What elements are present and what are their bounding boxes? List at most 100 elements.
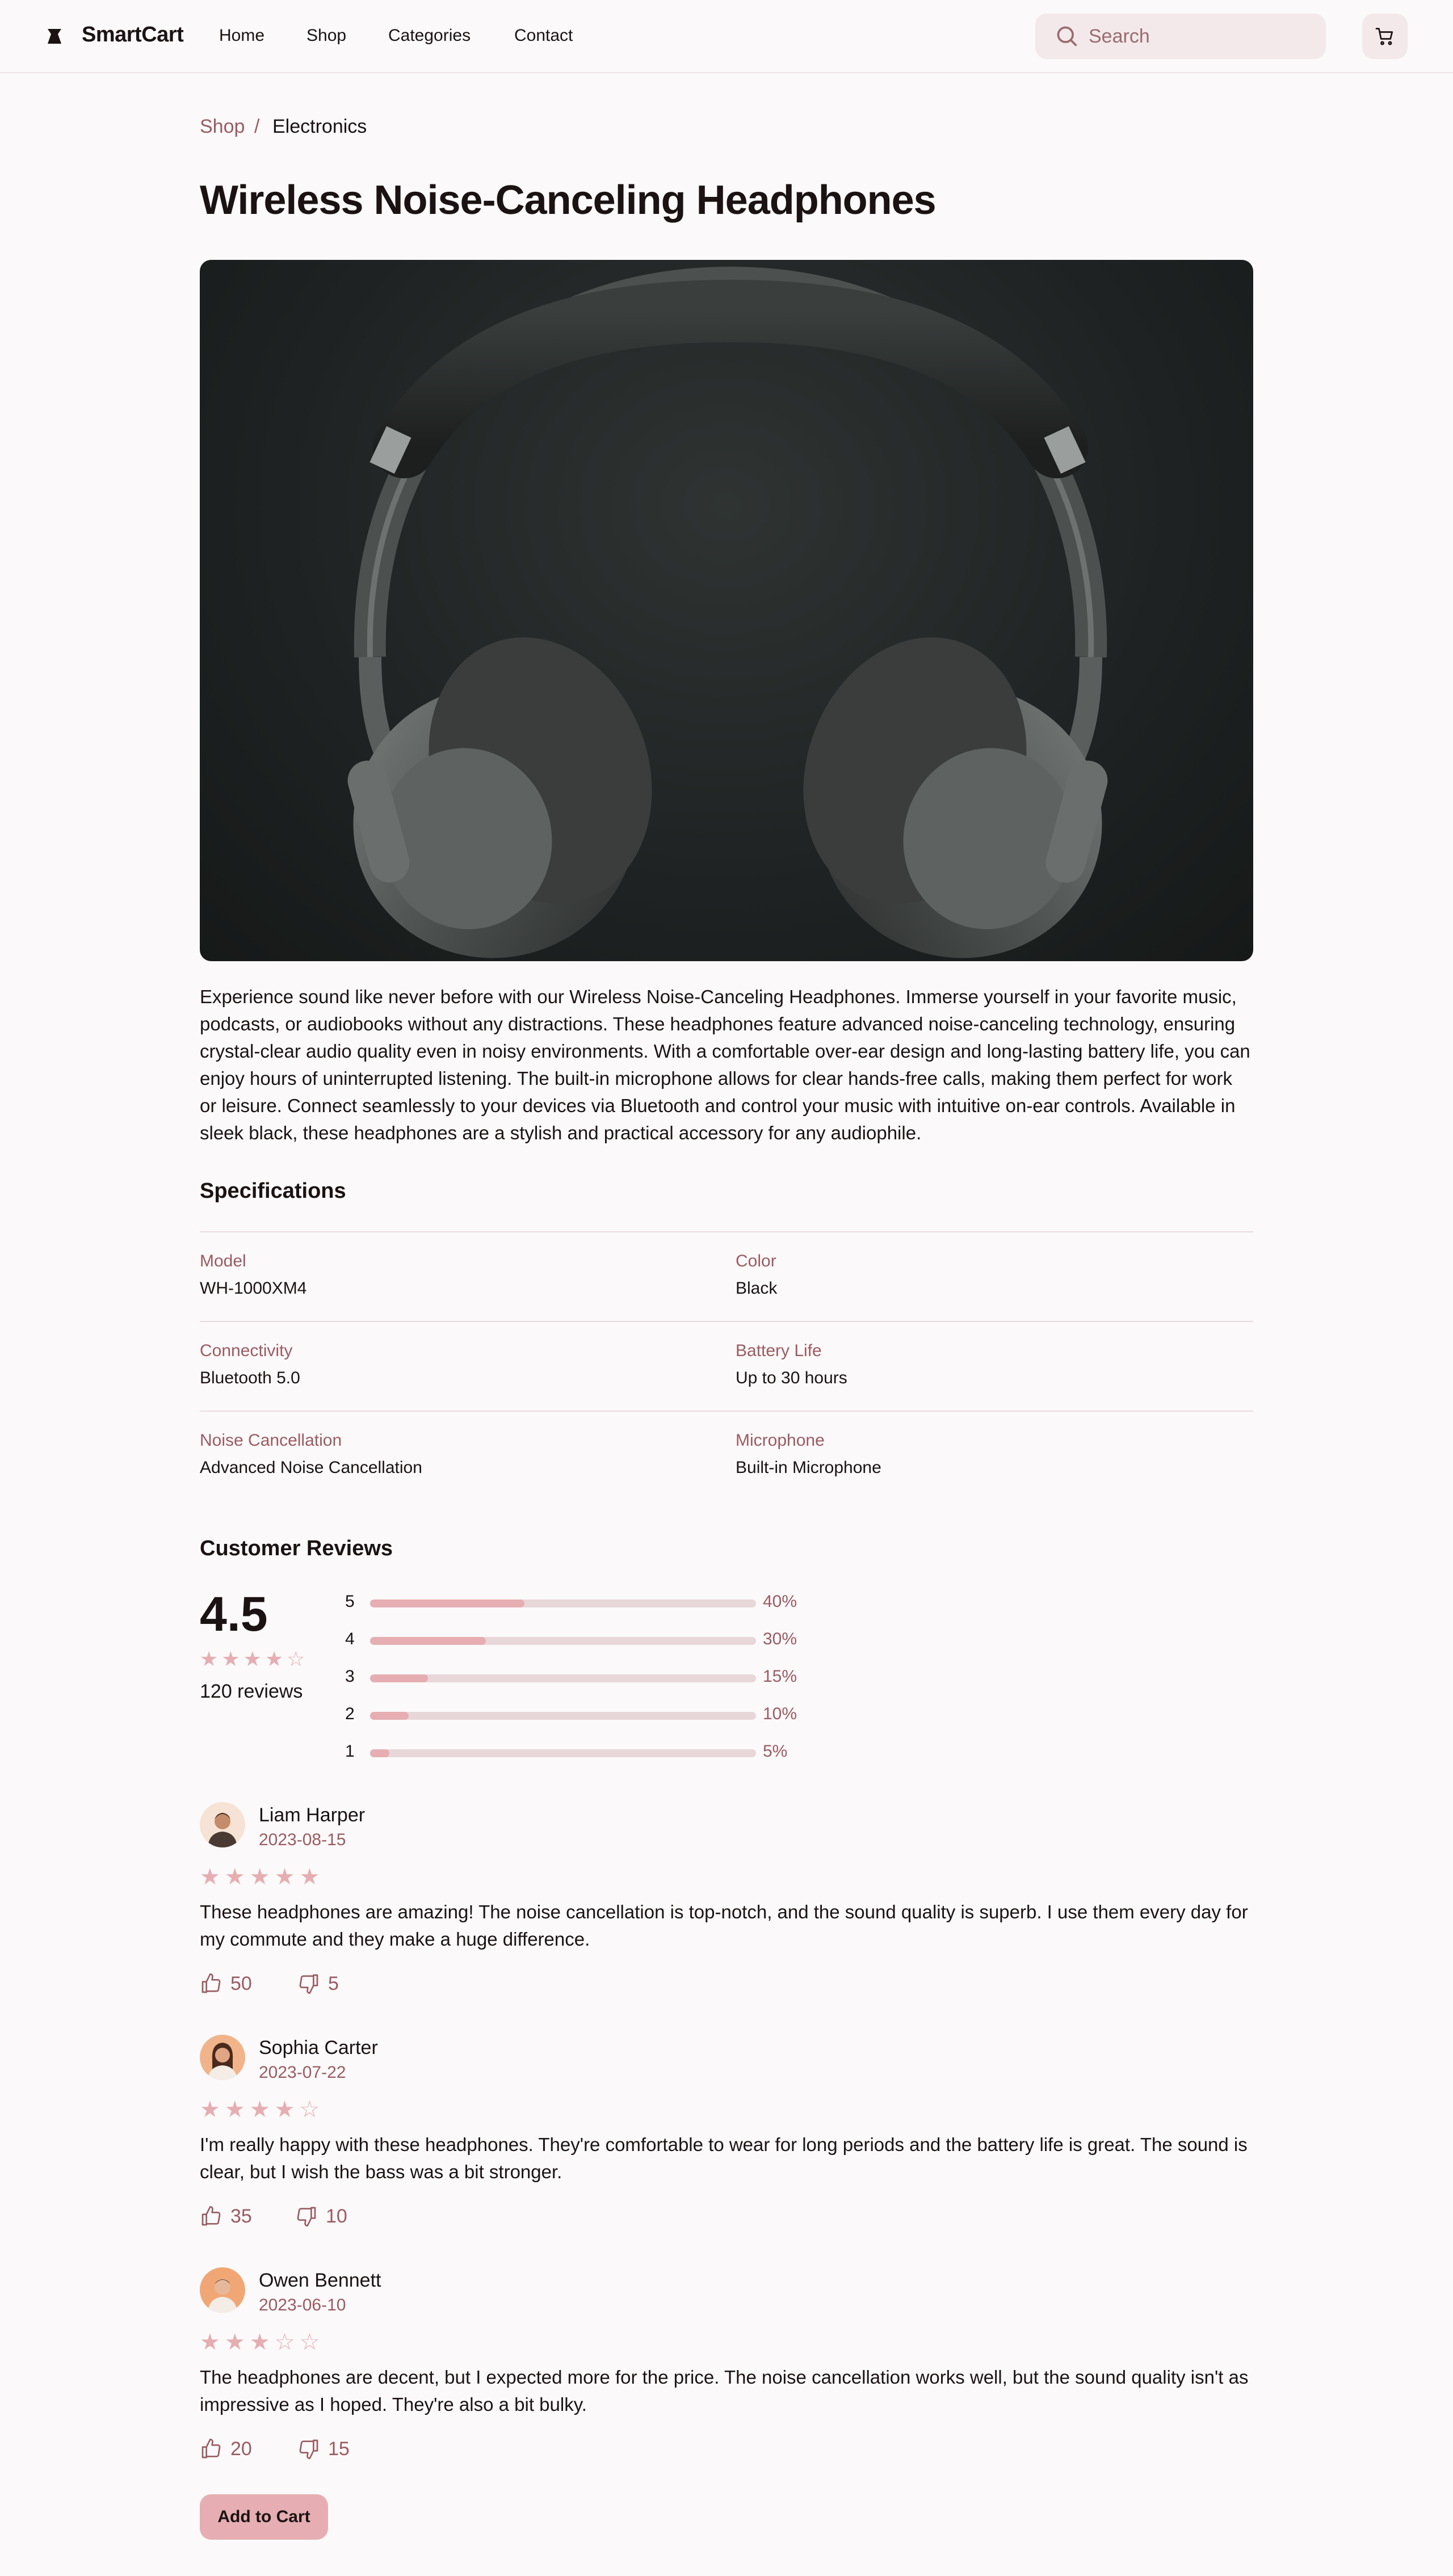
search-box[interactable] [1035,14,1326,59]
review-stars: ★ ★ ★ ☆ ☆ [200,2331,320,2354]
star-filled-icon: ★ [249,1864,270,1889]
spec-value: Black [736,1279,778,1298]
cart-icon [1375,28,1393,45]
cart-button[interactable] [1362,14,1408,59]
like-button[interactable]: 50 [200,1972,252,1995]
spec-label: Connectivity [200,1341,293,1360]
rating-bar-row: 2 10% [345,1703,816,1726]
product-description: Experience sound like never before with … [200,986,1250,1143]
search-input[interactable] [1089,14,1310,59]
like-button[interactable]: 20 [200,2438,252,2460]
rating-bar-label: 2 [345,1704,355,1723]
spec-row: Noise Cancellation Advanced Noise Cancel… [200,1411,1253,1500]
breadcrumb-separator: / [254,116,260,137]
nav-contact[interactable]: Contact [514,26,573,45]
rating-bar-percent: 40% [763,1592,797,1611]
breadcrumb-shop-link[interactable]: Shop [200,116,245,138]
star-filled-icon: ★ [224,1864,245,1889]
star-empty-icon: ☆ [299,2330,320,2355]
star-filled-icon: ★ [200,1647,219,1670]
star-filled-icon: ★ [200,1864,220,1889]
add-to-cart-button[interactable]: Add to Cart [200,2494,328,2540]
review-date: 2023-08-15 [259,1830,346,1849]
rating-bar-label: 4 [345,1630,355,1648]
rating-bar-label: 3 [345,1667,355,1686]
star-filled-icon: ★ [264,1647,284,1670]
dislike-button[interactable]: 5 [297,1972,339,1995]
review-stars: ★ ★ ★ ★ ★ [200,1866,320,1888]
star-filled-icon: ★ [224,2097,245,2122]
thumbs-down-icon [297,2207,316,2226]
rating-bar-fill [370,1674,428,1682]
star-filled-icon: ★ [224,2330,245,2355]
spec-label: Model [200,1252,246,1270]
nav-shop[interactable]: Shop [306,26,346,45]
rating-bar-track [370,1637,756,1645]
rating-bar-fill [370,1749,389,1757]
spec-value: Up to 30 hours [736,1369,847,1387]
avatar [200,2035,245,2080]
rating-bar-fill [370,1637,486,1645]
product-image [200,260,1253,961]
rating-bar-percent: 15% [763,1667,797,1686]
thumbs-down-icon [299,2439,318,2459]
rating-bar-fill [370,1600,524,1607]
review-count: 120 reviews [200,1681,303,1702]
nav-categories[interactable]: Categories [388,26,471,45]
brand-name[interactable]: SmartCart [82,23,184,47]
spec-value: WH-1000XM4 [200,1279,307,1298]
spec-label: Color [736,1252,776,1270]
reviewer-name: Liam Harper [259,1804,366,1826]
spec-label: Noise Cancellation [200,1431,342,1450]
star-filled-icon: ★ [243,1647,262,1670]
star-filled-icon: ★ [274,2097,295,2122]
rating-bar-row: 1 5% [345,1741,816,1763]
rating-bar-percent: 10% [763,1704,797,1723]
dislike-count: 15 [328,2438,350,2460]
reviewer-name: Sophia Carter [259,2037,378,2059]
nav-home[interactable]: Home [219,26,264,45]
rating-bar-percent: 5% [763,1742,788,1761]
dislike-count: 10 [326,2205,347,2227]
like-count: 50 [230,1972,252,1994]
rating-bar-track [370,1712,756,1720]
dislike-button[interactable]: 10 [295,2205,347,2228]
dislike-button[interactable]: 15 [297,2438,350,2460]
thumbs-up-icon [201,2206,221,2226]
review-date: 2023-06-10 [259,2296,346,2314]
spec-value: Bluetooth 5.0 [200,1369,300,1387]
average-stars: ★ ★ ★ ★ ☆ [200,1649,305,1669]
star-filled-icon: ★ [200,2330,220,2355]
search-icon [1057,26,1077,47]
rating-bar-track [370,1600,756,1607]
specifications-heading: Specifications [200,1179,346,1203]
reviewer-name: Owen Bennett [259,2270,381,2291]
rating-bar-label: 5 [345,1592,355,1611]
rating-bar-percent: 30% [763,1630,797,1648]
thumbs-up-icon [201,2439,221,2459]
breadcrumb-current: Electronics [272,116,367,137]
dislike-count: 5 [328,1972,339,1994]
review-text: These headphones are amazing! The noise … [200,1901,1248,1950]
logo-icon [48,29,61,44]
spec-label: Battery Life [736,1341,822,1360]
avatar [200,2267,245,2313]
star-filled-icon: ★ [221,1647,240,1670]
rating-bar-row: 3 15% [345,1666,816,1689]
average-rating: 4.5 [200,1587,268,1641]
review-text: I'm really happy with these headphones. … [200,2134,1248,2182]
rating-bar-track [370,1674,756,1682]
rating-bar-fill [370,1712,409,1720]
thumbs-down-icon [299,1974,318,1994]
top-nav-bar: SmartCart Home Shop Categories Contact [0,0,1453,73]
avatar [200,1802,245,1847]
spec-row: Model WH-1000XM4 Color Black [200,1231,1253,1321]
star-empty-icon: ☆ [299,2097,320,2122]
like-button[interactable]: 35 [200,2205,252,2228]
star-empty-icon: ☆ [274,2330,295,2355]
headphones-illustration [347,266,1108,958]
star-filled-icon: ★ [200,2097,220,2122]
rating-bar-label: 1 [345,1742,355,1761]
review-stars: ★ ★ ★ ★ ☆ [200,2098,320,2121]
star-filled-icon: ★ [249,2330,270,2355]
